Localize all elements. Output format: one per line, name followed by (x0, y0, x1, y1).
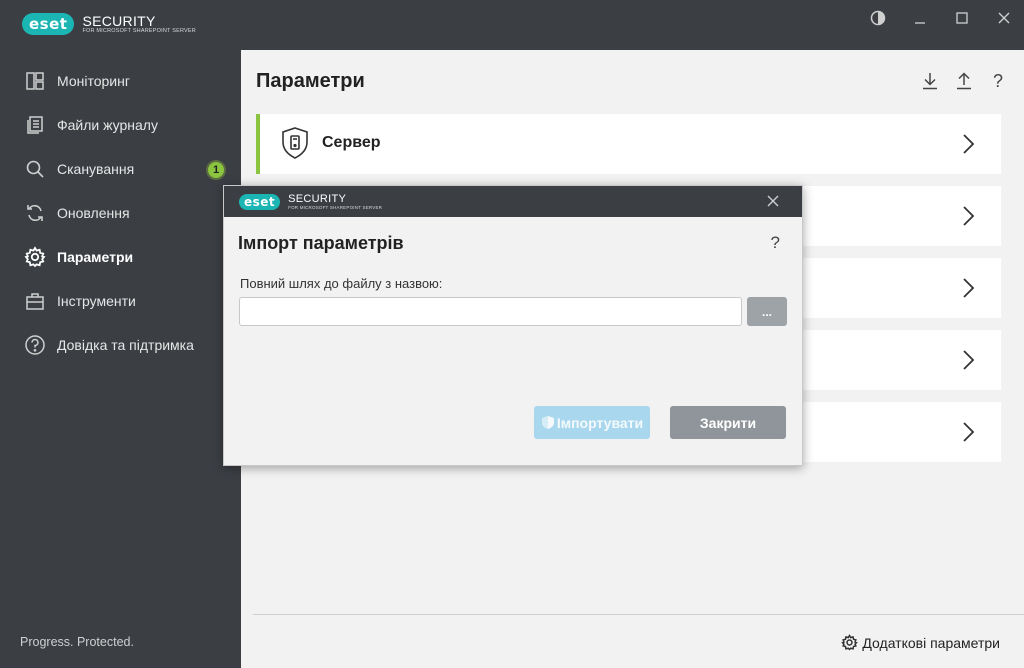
sidebar-item-tools[interactable]: Інструменти (0, 279, 241, 323)
eset-brand-mark: eset (239, 194, 281, 210)
scan-icon (24, 158, 46, 180)
close-button[interactable]: Закрити (670, 406, 786, 439)
sidebar-item-scan[interactable]: Сканування (0, 147, 241, 191)
gear-icon (24, 246, 46, 268)
card-server[interactable]: Сервер (256, 114, 1001, 174)
title-bar: eset SECURITY FOR MICROSOFT SHAREPOINT S… (0, 0, 1024, 50)
import-button[interactable]: Імпортувати (534, 406, 650, 439)
browse-button[interactable]: ... (747, 297, 787, 326)
product-subtitle: FOR MICROSOFT SHAREPOINT SERVER (288, 204, 383, 210)
chevron-right-icon (963, 206, 975, 226)
scan-count-badge: 1 (206, 160, 226, 180)
product-name: SECURITY (82, 12, 156, 29)
chevron-right-icon (963, 350, 975, 370)
sidebar-item-label: Довідка та підтримка (57, 337, 194, 353)
file-path-label: Повний шлях до файлу з назвою: (240, 276, 443, 291)
file-path-input[interactable] (239, 297, 742, 326)
sidebar-item-settings[interactable]: Параметри (0, 235, 241, 279)
sidebar-item-help[interactable]: Довідка та підтримка (0, 323, 241, 367)
import-settings-dialog: eset SECURITY FOR MICROSOFT SHAREPOINT S… (223, 185, 803, 466)
advanced-settings-link[interactable]: Додаткові параметри (841, 634, 1000, 651)
import-button-label: Імпортувати (556, 414, 644, 431)
close-icon[interactable] (992, 6, 1016, 30)
eset-logo: eset SECURITY FOR MICROSOFT SHAREPOINT S… (239, 192, 382, 212)
sidebar-item-label: Параметри (57, 249, 134, 265)
sidebar-item-log-files[interactable]: Файли журналу (0, 103, 241, 147)
update-icon (24, 202, 46, 224)
sidebar-item-label: Інструменти (57, 293, 136, 309)
monitoring-icon (24, 70, 46, 92)
sidebar-item-label: Сканування (57, 161, 135, 177)
eset-brand-mark: eset (22, 13, 75, 35)
sidebar-item-label: Моніторинг (57, 73, 130, 89)
dialog-close-icon[interactable] (766, 194, 780, 208)
upload-icon[interactable] (953, 70, 975, 92)
sidebar: Моніторинг Файли журналу Сканування 1 Он… (0, 50, 241, 668)
chevron-right-icon (963, 422, 975, 442)
minimize-icon[interactable] (908, 6, 932, 30)
chevron-right-icon (963, 278, 975, 298)
product-name: SECURITY (288, 192, 347, 205)
download-icon[interactable] (919, 70, 941, 92)
server-shield-icon (280, 126, 310, 165)
toolbox-icon (24, 290, 46, 312)
product-subtitle: FOR MICROSOFT SHAREPOINT SERVER (82, 27, 196, 34)
footer-divider (253, 614, 1024, 615)
sidebar-item-monitoring[interactable]: Моніторинг (0, 59, 241, 103)
sidebar-item-label: Оновлення (57, 205, 130, 221)
help-question-icon[interactable]: ? (987, 70, 1009, 92)
log-files-icon (24, 114, 46, 136)
gear-icon (841, 634, 859, 651)
advanced-settings-label: Додаткові параметри (862, 634, 1000, 651)
shield-icon (541, 416, 554, 429)
chevron-right-icon (963, 134, 975, 154)
sidebar-item-update[interactable]: Оновлення (0, 191, 241, 235)
dialog-title: Імпорт параметрів (238, 233, 404, 253)
theme-icon[interactable] (866, 6, 890, 30)
dialog-title-bar: eset SECURITY FOR MICROSOFT SHAREPOINT S… (224, 186, 802, 217)
page-title: Параметри (256, 70, 365, 92)
eset-logo: eset SECURITY FOR MICROSOFT SHAREPOINT S… (22, 12, 196, 36)
sidebar-item-label: Файли журналу (57, 117, 158, 133)
dialog-help-icon[interactable]: ? (771, 233, 780, 253)
tagline: Progress. Protected. (20, 635, 134, 649)
help-icon (24, 334, 46, 356)
card-server-label: Сервер (322, 134, 381, 151)
maximize-icon[interactable] (950, 6, 974, 30)
